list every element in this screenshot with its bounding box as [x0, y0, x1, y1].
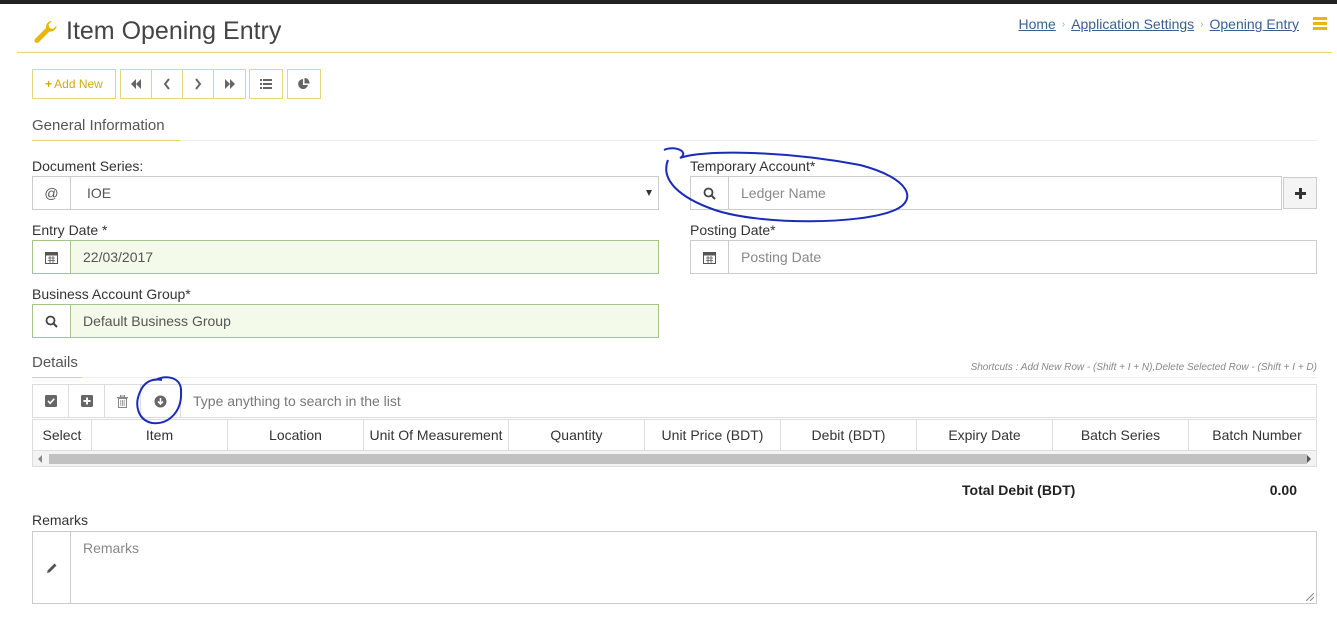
scroll-right-arrow-icon[interactable] [1307, 455, 1311, 463]
column-header-quantity[interactable]: Quantity [509, 420, 645, 450]
chevron-left-icon [163, 78, 170, 90]
total-debit-value: 0.00 [1269, 482, 1297, 498]
breadcrumb-separator: › [1061, 19, 1066, 30]
column-header-unit-price[interactable]: Unit Price (BDT) [645, 420, 781, 450]
document-series-value: IOE [87, 185, 112, 201]
list-icon [260, 79, 272, 89]
entry-date-input[interactable]: 22/03/2017 [71, 241, 658, 273]
temporary-account-label: Temporary Account* [690, 158, 816, 174]
next-record-button[interactable] [183, 70, 214, 98]
temporary-account-field[interactable]: Ledger Name [690, 176, 1282, 210]
download-circle-icon [154, 395, 167, 407]
document-series-select[interactable]: @ IOE [32, 176, 659, 210]
pencil-icon [33, 532, 71, 603]
remarks-field[interactable]: Remarks [32, 531, 1317, 604]
scroll-left-arrow-icon[interactable] [38, 455, 42, 463]
posting-date-label: Posting Date* [690, 222, 776, 238]
document-series-label: Document Series: [32, 158, 144, 174]
previous-record-button[interactable] [152, 70, 183, 98]
breadcrumb-home[interactable]: Home [1018, 16, 1055, 33]
resize-grip-icon[interactable] [1306, 593, 1314, 601]
add-ledger-button[interactable] [1283, 177, 1317, 209]
remarks-textarea[interactable]: Remarks [71, 532, 1316, 603]
column-header-select[interactable]: Select [33, 420, 92, 450]
column-header-expiry-date[interactable]: Expiry Date [917, 420, 1053, 450]
section-divider [82, 377, 1317, 378]
record-navigation [120, 69, 246, 99]
pie-chart-icon [298, 78, 310, 89]
business-group-label: Business Account Group* [32, 286, 191, 302]
remarks-label: Remarks [32, 512, 89, 528]
details-search-input[interactable]: Type anything to search in the list [181, 385, 1316, 417]
breadcrumb-application-settings[interactable]: Application Settings [1071, 16, 1194, 33]
at-sign-icon: @ [33, 177, 71, 209]
calendar-icon [691, 241, 729, 273]
list-view-button[interactable] [249, 69, 283, 99]
top-bar [0, 0, 1337, 4]
chevron-right-icon [195, 78, 202, 90]
column-header-batch-series[interactable]: Batch Series [1053, 420, 1189, 450]
select-all-button[interactable] [33, 385, 69, 417]
first-record-button[interactable] [121, 70, 152, 98]
column-header-batch-number[interactable]: Batch Number [1189, 420, 1316, 450]
entry-date-field[interactable]: 22/03/2017 [32, 240, 659, 274]
wrench-icon [34, 20, 57, 44]
checkbox-icon [44, 395, 57, 407]
plus-icon [1294, 187, 1306, 199]
header-divider [17, 52, 1332, 53]
report-button[interactable] [287, 69, 321, 99]
shortcuts-hint: Shortcuts : Add New Row - (Shift + I + N… [970, 362, 1317, 373]
details-toolbar: Type anything to search in the list [32, 384, 1317, 418]
column-header-location[interactable]: Location [228, 420, 364, 450]
posting-date-field[interactable]: Posting Date [690, 240, 1317, 274]
plus-icon: + [45, 77, 53, 91]
last-record-button[interactable] [214, 70, 245, 98]
column-header-uom[interactable]: Unit Of Measurement [364, 420, 509, 450]
double-chevron-left-icon [131, 79, 141, 89]
section-divider [180, 140, 1317, 141]
business-group-input[interactable]: Default Business Group [71, 305, 658, 337]
double-chevron-right-icon [224, 79, 235, 89]
column-header-debit[interactable]: Debit (BDT) [781, 420, 917, 450]
download-button[interactable] [141, 385, 181, 417]
section-underline [32, 140, 180, 141]
column-header-item[interactable]: Item [92, 420, 228, 450]
total-debit-label: Total Debit (BDT) [962, 482, 1076, 498]
menu-icon[interactable] [1313, 17, 1327, 30]
details-table-header: Select Item Location Unit Of Measurement… [32, 419, 1317, 451]
entry-date-label: Entry Date * [32, 222, 108, 238]
scrollbar-thumb[interactable] [49, 454, 1307, 464]
delete-row-button[interactable] [105, 385, 141, 417]
horizontal-scrollbar[interactable] [32, 451, 1317, 467]
general-information-title: General Information [32, 117, 165, 134]
add-new-button[interactable]: + Add New [32, 69, 116, 99]
breadcrumb-opening-entry[interactable]: Opening Entry [1210, 16, 1300, 33]
breadcrumb-separator: › [1200, 19, 1204, 30]
trash-icon [117, 394, 128, 408]
details-title: Details [32, 354, 78, 371]
add-row-button[interactable] [69, 385, 105, 417]
posting-date-input[interactable]: Posting Date [729, 241, 1316, 273]
plus-square-icon [80, 395, 93, 407]
business-group-field[interactable]: Default Business Group [32, 304, 659, 338]
search-icon [691, 177, 729, 209]
temporary-account-input[interactable]: Ledger Name [729, 177, 1281, 209]
search-icon [33, 305, 71, 337]
page-title: Item Opening Entry [66, 17, 282, 45]
calendar-icon [33, 241, 71, 273]
dropdown-caret-icon [646, 190, 652, 196]
breadcrumb: Home › Application Settings › Opening En… [1018, 16, 1299, 33]
section-underline [32, 377, 82, 378]
